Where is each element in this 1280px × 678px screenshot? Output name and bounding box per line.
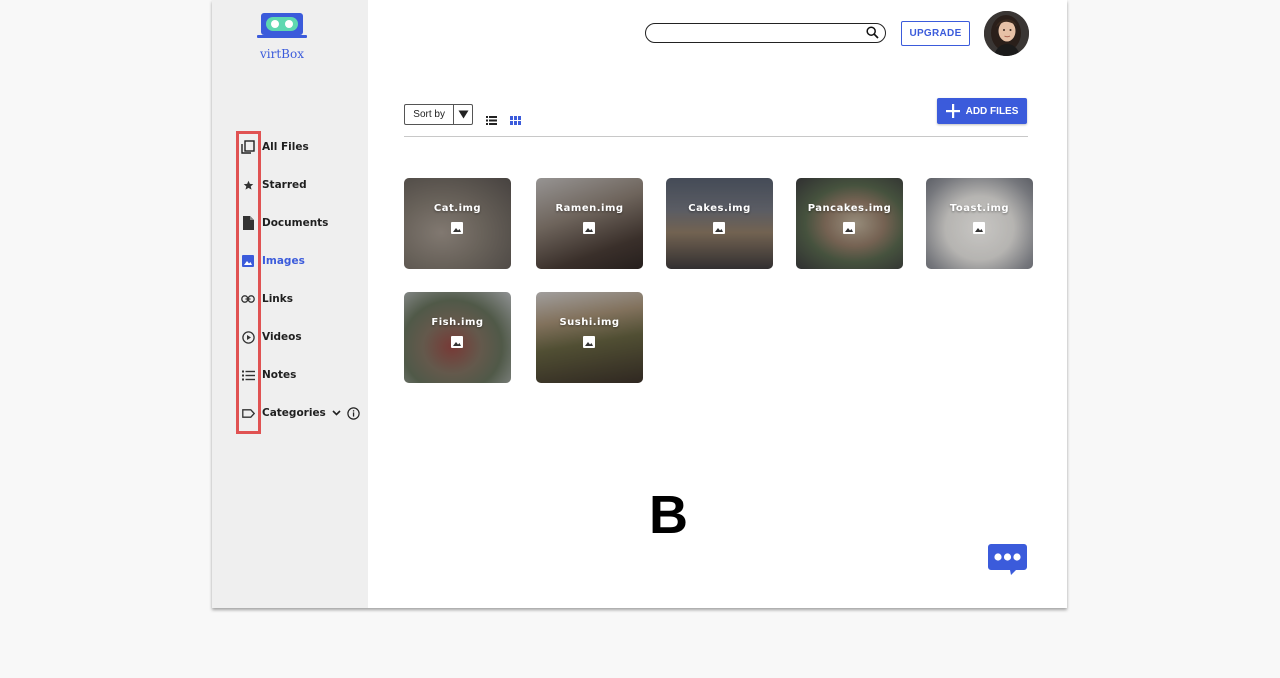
search-icon[interactable] (866, 26, 879, 44)
highlight-box (236, 131, 261, 434)
sidebar-item-label: Images (262, 255, 305, 267)
file-name: Toast.img (949, 203, 1010, 214)
image-icon (973, 222, 985, 234)
sidebar-item-label: Starred (262, 179, 307, 191)
image-icon (713, 222, 725, 234)
image-icon (583, 222, 595, 234)
sidebar-item-label: All Files (262, 141, 309, 153)
chat-bubble-icon[interactable] (988, 544, 1027, 575)
sidebar-item-label: Categories (262, 407, 326, 419)
plus-icon (945, 104, 960, 118)
file-tile-cakes[interactable]: Cakes.img (666, 178, 773, 269)
info-icon[interactable] (347, 406, 360, 420)
file-tile-fish[interactable]: Fish.img (404, 292, 511, 383)
divider (404, 136, 1028, 137)
search-input[interactable] (656, 26, 856, 40)
file-name: Cat.img (433, 203, 482, 214)
sidebar-item-label: Notes (262, 369, 297, 381)
upgrade-button[interactable]: UPGRADE (901, 21, 970, 46)
add-files-label: ADD FILES (965, 105, 1019, 117)
file-name: Cakes.img (688, 203, 751, 214)
sort-by-label: Sort by (413, 109, 445, 120)
image-icon (843, 222, 855, 234)
annotation-letter: B (649, 485, 688, 545)
search-bar[interactable] (645, 23, 886, 43)
file-tile-toast[interactable]: Toast.img (926, 178, 1033, 269)
app-window: virtBox All Files Starred Documents Imag… (212, 0, 1067, 608)
sort-by-select[interactable]: Sort by (404, 104, 473, 125)
file-tile-ramen[interactable]: Ramen.img (536, 178, 643, 269)
image-icon (451, 222, 463, 234)
file-tile-sushi[interactable]: Sushi.img (536, 292, 643, 383)
caret-down-icon[interactable] (453, 105, 472, 124)
image-icon (583, 336, 595, 348)
logo[interactable]: virtBox (252, 12, 312, 61)
sidebar: virtBox All Files Starred Documents Imag… (212, 0, 368, 608)
chevron-down-icon[interactable] (332, 410, 341, 416)
virtbox-logo-icon (257, 13, 307, 38)
file-name: Fish.img (431, 317, 484, 328)
file-tile-pancakes[interactable]: Pancakes.img (796, 178, 903, 269)
list-view-icon[interactable] (486, 112, 497, 130)
image-icon (451, 336, 463, 348)
add-files-button[interactable]: ADD FILES (937, 98, 1027, 124)
sidebar-item-label: Links (262, 293, 293, 305)
file-name: Sushi.img (559, 317, 620, 328)
sidebar-item-label: Videos (262, 331, 302, 343)
file-name: Ramen.img (555, 203, 624, 214)
file-tile-cat[interactable]: Cat.img (404, 178, 511, 269)
sidebar-item-label: Documents (262, 217, 329, 229)
avatar[interactable] (984, 11, 1029, 56)
logo-text: virtBox (260, 47, 304, 61)
file-name: Pancakes.img (807, 203, 892, 214)
grid-view-icon[interactable] (510, 112, 521, 130)
